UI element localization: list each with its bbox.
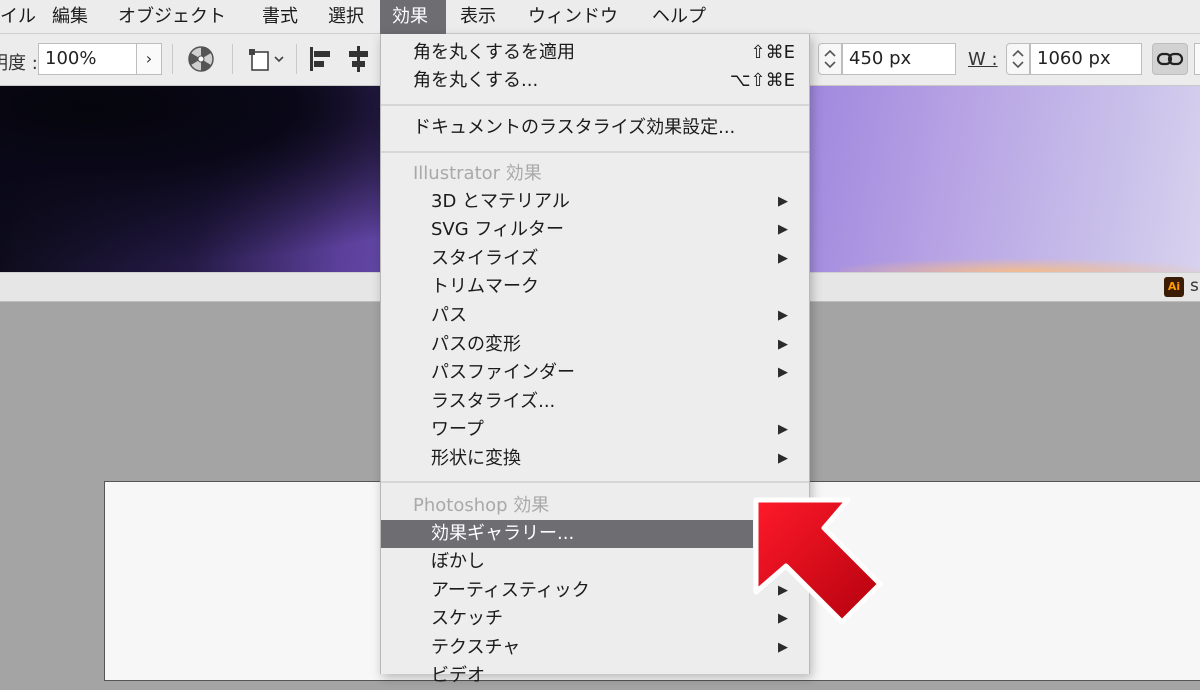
submenu-arrow-icon: ▶ xyxy=(778,451,788,466)
menu-item-label: 効果ギャラリー... xyxy=(431,523,575,544)
menu-item-label: ドキュメントのラスタライズ効果設定... xyxy=(413,117,736,138)
link-icon xyxy=(1156,52,1184,66)
menu-item-label: パス xyxy=(431,305,467,326)
red-callout-arrow-icon xyxy=(753,497,883,625)
toolbar-separator xyxy=(232,44,233,74)
height-input[interactable]: 450 px xyxy=(842,43,956,75)
submenu-arrow-icon: ▶ xyxy=(778,422,788,437)
submenu-arrow-icon: ▶ xyxy=(778,194,788,209)
menu-item-label: 形状に変換 xyxy=(431,448,521,469)
width-stepper[interactable] xyxy=(1006,43,1030,75)
opacity-label: 明度 : xyxy=(0,53,38,74)
width-input[interactable]: 1060 px xyxy=(1030,43,1142,75)
menu-item-shortcut: ⌥⇧⌘E xyxy=(729,70,795,91)
menu-item-sketch[interactable]: スケッチ ▶ xyxy=(381,605,809,633)
menu-item-round-corners[interactable]: 角を丸くする... ⌥⇧⌘E xyxy=(381,67,809,95)
menu-type[interactable]: 書式 xyxy=(250,0,310,34)
submenu-arrow-icon: ▶ xyxy=(778,365,788,380)
menu-item-3d-materials[interactable]: 3D とマテリアル ▶ xyxy=(381,188,809,216)
submenu-arrow-icon: ▶ xyxy=(778,251,788,266)
menu-item-rasterize[interactable]: ラスタライズ... xyxy=(381,388,809,416)
menu-item-label: トリムマーク xyxy=(431,276,539,297)
menu-item-label: アーティスティック xyxy=(431,580,590,601)
recolor-icon[interactable] xyxy=(186,44,216,74)
menu-item-blur[interactable]: ぼかし xyxy=(381,548,809,576)
menu-effect[interactable]: 効果 xyxy=(380,0,446,34)
menu-window[interactable]: ウィンドウ xyxy=(516,0,630,34)
opacity-input[interactable]: 100% xyxy=(38,43,138,75)
more-options-button[interactable] xyxy=(1194,43,1200,75)
illustrator-file-icon: Ai xyxy=(1164,277,1184,297)
submenu-arrow-icon: ▶ xyxy=(778,640,788,655)
menu-item-artistic[interactable]: アーティスティック ▶ xyxy=(381,577,809,605)
submenu-arrow-icon: ▶ xyxy=(778,337,788,352)
menu-item-trim-marks[interactable]: トリムマーク xyxy=(381,273,809,301)
height-stepper[interactable] xyxy=(818,43,842,75)
opacity-dropdown-button[interactable]: › xyxy=(136,43,162,75)
constrain-proportions-button[interactable] xyxy=(1152,43,1188,75)
document-tab-label[interactable]: s xyxy=(1190,276,1199,296)
artwork-glow xyxy=(840,250,1200,272)
menu-item-label: ぼかし xyxy=(431,551,485,572)
menu-separator xyxy=(381,151,809,153)
menu-item-warp[interactable]: ワープ ▶ xyxy=(381,416,809,444)
toolbar-separator xyxy=(296,44,297,74)
menu-item-label: ワープ xyxy=(431,419,484,440)
menu-item-label: スケッチ xyxy=(431,608,503,629)
submenu-arrow-icon: ▶ xyxy=(778,308,788,323)
illustrator-effects-header: Illustrator 効果 xyxy=(413,163,542,184)
menu-select[interactable]: 選択 xyxy=(316,0,376,34)
menu-item-effect-gallery[interactable]: 効果ギャラリー... xyxy=(381,520,753,548)
toolbar-separator xyxy=(172,44,173,74)
menu-item-label: 角を丸くするを適用 xyxy=(413,42,575,63)
menu-help[interactable]: ヘルプ xyxy=(640,0,718,34)
menu-item-label: ラスタライズ... xyxy=(431,391,556,412)
menu-item-shortcut: ⇧⌘E xyxy=(750,42,795,63)
menu-item-pathfinder[interactable]: パスファインダー ▶ xyxy=(381,359,809,387)
menu-item-label: ビデオ xyxy=(431,665,485,686)
menu-item-texture[interactable]: テクスチャ ▶ xyxy=(381,634,809,662)
menu-item-path[interactable]: パス ▶ xyxy=(381,302,809,330)
menu-separator xyxy=(381,481,809,483)
effect-menu-dropdown: 角を丸くするを適用 ⇧⌘E 角を丸くする... ⌥⇧⌘E ドキュメントのラスタラ… xyxy=(380,34,810,686)
menu-bar: イル 編集 オブジェクト 書式 選択 効果 表示 ウィンドウ ヘルプ xyxy=(0,0,1200,34)
menu-separator xyxy=(381,104,809,106)
menu-item-stylize[interactable]: スタイライズ ▶ xyxy=(381,245,809,273)
menu-item-label: 角を丸くする... xyxy=(413,70,539,91)
menu-edit[interactable]: 編集 xyxy=(40,0,100,34)
submenu-arrow-icon: ▶ xyxy=(778,222,788,237)
transform-page-icon[interactable] xyxy=(246,44,286,74)
menu-view[interactable]: 表示 xyxy=(448,0,508,34)
align-left-icon[interactable] xyxy=(306,44,336,74)
menu-item-convert-to-shape[interactable]: 形状に変換 ▶ xyxy=(381,445,809,473)
width-label: W : xyxy=(968,49,998,70)
menu-item-document-raster-settings[interactable]: ドキュメントのラスタライズ効果設定... xyxy=(381,114,809,142)
align-center-icon[interactable] xyxy=(344,44,374,74)
photoshop-effects-header: Photoshop 効果 xyxy=(413,495,550,516)
menu-item-label: スタイライズ xyxy=(431,248,539,269)
menu-item-label: パスの変形 xyxy=(431,334,521,355)
menu-item-label: テクスチャ xyxy=(431,637,521,658)
menu-item-label: SVG フィルター xyxy=(431,219,565,240)
menu-item-svg-filters[interactable]: SVG フィルター ▶ xyxy=(381,216,809,244)
menu-item-apply-round-corners[interactable]: 角を丸くするを適用 ⇧⌘E xyxy=(381,39,809,67)
menu-item-label: 3D とマテリアル xyxy=(431,191,570,212)
menu-item-video[interactable]: ビデオ xyxy=(381,662,809,690)
menu-object[interactable]: オブジェクト xyxy=(106,0,238,34)
menu-item-label: パスファインダー xyxy=(431,362,575,383)
menu-item-distort-transform[interactable]: パスの変形 ▶ xyxy=(381,331,809,359)
